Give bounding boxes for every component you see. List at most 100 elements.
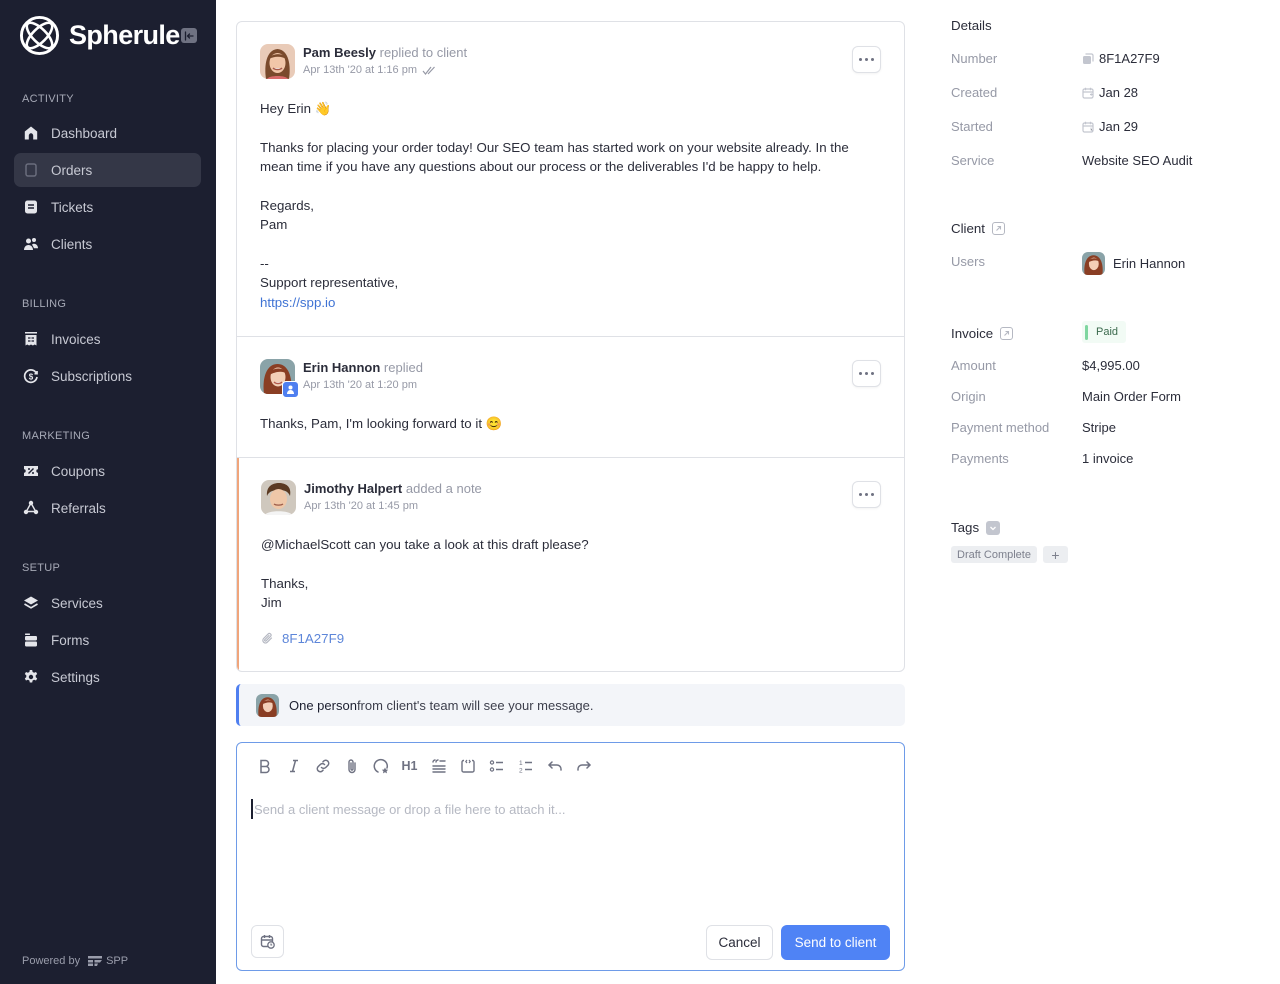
details-heading: Details <box>951 18 992 33</box>
numbered-list-button[interactable]: 12 <box>511 755 540 777</box>
tag-item[interactable]: Draft Complete <box>951 546 1037 563</box>
message-item: Pam Beesly replied to client Apr 13th '2… <box>237 22 904 337</box>
sidebar-item-subscriptions[interactable]: $ Subscriptions <box>14 359 201 393</box>
message-signoff: Regards, Pam <box>260 197 314 233</box>
message-body: Hey Erin 👋 Thanks for placing your order… <box>260 99 880 312</box>
cancel-button[interactable]: Cancel <box>706 925 773 960</box>
visibility-count: One person <box>289 697 357 713</box>
sidebar-item-label: Referrals <box>51 500 106 516</box>
message-signoff: Thanks, Jim <box>261 575 309 611</box>
sidebar-item-settings[interactable]: Settings <box>14 660 201 694</box>
powered-by-brand: SPP <box>106 955 129 967</box>
undo-button[interactable] <box>540 755 569 777</box>
redo-button[interactable] <box>569 755 598 777</box>
powered-by[interactable]: Powered by SPP <box>22 955 128 967</box>
subscriptions-icon: $ <box>23 368 39 384</box>
sidebar-item-orders[interactable]: Orders <box>14 153 201 187</box>
detail-label: Origin <box>951 389 986 404</box>
order-number: 8F1A27F9 <box>1099 51 1160 66</box>
services-icon <box>23 595 39 611</box>
message-header: Jimothy Halpert added a note Apr 13th '2… <box>261 480 482 515</box>
tags-heading: Tags <box>951 520 1001 535</box>
client-user[interactable]: Erin Hannon <box>1082 252 1185 275</box>
link-button[interactable] <box>308 755 337 777</box>
message-author[interactable]: Pam Beesly <box>303 45 376 60</box>
tickets-icon <box>23 199 39 215</box>
detail-row-users: Users Erin Hannon <box>951 252 1271 275</box>
detail-label: Users <box>951 254 985 269</box>
detail-row-origin: Origin Main Order Form <box>951 389 1271 404</box>
details-heading-text: Details <box>951 18 992 33</box>
svg-text:2: 2 <box>519 768 523 775</box>
add-tag-button[interactable]: + <box>1042 546 1068 563</box>
message-paragraph: Thanks for placing your order today! Our… <box>260 139 853 175</box>
attach-button[interactable] <box>337 755 366 777</box>
client-user-name: Erin Hannon <box>1113 256 1186 271</box>
message-text: Thanks, Pam, I'm looking forward to it 😊 <box>260 416 503 431</box>
referrals-icon <box>23 500 39 516</box>
copy-icon[interactable] <box>1082 52 1094 65</box>
sidebar-item-invoices[interactable]: Invoices <box>14 322 201 356</box>
signature-link[interactable]: https://spp.io <box>260 295 335 310</box>
brand[interactable]: Spherule <box>19 15 180 56</box>
code-button[interactable] <box>453 755 482 777</box>
calendar-icon <box>1082 121 1094 133</box>
bullet-list-icon <box>489 760 503 772</box>
invoices-icon <box>23 331 39 347</box>
message-time: Apr 13th '20 at 1:16 pm <box>303 64 418 76</box>
payments-count[interactable]: 1 invoice <box>1082 451 1133 466</box>
collapse-sidebar-button[interactable] <box>181 28 197 43</box>
sidebar-item-clients[interactable]: Clients <box>14 227 201 261</box>
external-link-icon[interactable] <box>992 222 1005 235</box>
message-action: replied <box>383 360 423 375</box>
visibility-notice: One person from client's team will see y… <box>236 684 905 726</box>
sidebar-item-referrals[interactable]: Referrals <box>14 491 201 525</box>
message-time: Apr 13th '20 at 1:20 pm <box>303 379 418 391</box>
detail-value[interactable]: 8F1A27F9 <box>1082 51 1160 66</box>
bold-icon <box>259 759 270 774</box>
sidebar-item-tickets[interactable]: Tickets <box>14 190 201 224</box>
sidebar-item-dashboard[interactable]: Dashboard <box>14 116 201 150</box>
sidebar-item-services[interactable]: Services <box>14 586 201 620</box>
sidebar-item-label: Forms <box>51 632 90 648</box>
message-more-button[interactable] <box>852 46 881 73</box>
sidebar-item-label: Clients <box>51 236 93 252</box>
section-label-marketing: MARKETING <box>22 430 91 442</box>
message-author[interactable]: Jimothy Halpert <box>304 481 402 496</box>
quote-button[interactable] <box>424 755 453 777</box>
chevron-down-icon[interactable] <box>986 520 1001 535</box>
message-input[interactable] <box>251 799 891 819</box>
tags-heading-text: Tags <box>951 520 980 535</box>
heading-button[interactable]: H1 <box>395 755 424 777</box>
italic-button[interactable] <box>279 755 308 777</box>
client-badge <box>282 381 299 398</box>
sidebar-item-forms[interactable]: Forms <box>14 623 201 657</box>
user-icon <box>287 385 294 394</box>
payment-method: Stripe <box>1082 420 1116 435</box>
message-body: Thanks, Pam, I'm looking forward to it 😊 <box>260 414 502 434</box>
sidebar-item-coupons[interactable]: Coupons <box>14 454 201 488</box>
schedule-button[interactable] <box>251 925 284 958</box>
attachment-name: 8F1A27F9 <box>282 630 345 646</box>
bullet-list-button[interactable] <box>482 755 511 777</box>
invoice-origin: Main Order Form <box>1082 389 1181 404</box>
message-author[interactable]: Erin Hannon <box>303 360 380 375</box>
message-more-button[interactable] <box>852 481 881 508</box>
detail-label: Started <box>951 119 993 134</box>
detail-row-amount: Amount $4,995.00 <box>951 358 1271 373</box>
avatar-erin-hannon[interactable] <box>260 359 299 398</box>
message-more-button[interactable] <box>852 360 881 387</box>
editor-toolbar: H1 12 <box>250 755 598 777</box>
mention-button[interactable] <box>366 755 395 777</box>
code-icon <box>460 759 475 773</box>
detail-label: Service <box>951 153 995 168</box>
avatar-jimothy-halpert[interactable] <box>261 480 296 515</box>
settings-icon <box>23 669 39 685</box>
detail-label: Number <box>951 51 998 66</box>
external-link-icon[interactable] <box>1000 327 1014 340</box>
attachment-link[interactable]: 8F1A27F9 <box>261 629 589 649</box>
send-to-client-button[interactable]: Send to client <box>781 925 890 960</box>
home-icon <box>23 125 39 141</box>
bold-button[interactable] <box>250 755 279 777</box>
avatar-pam-beesly[interactable] <box>260 44 295 79</box>
